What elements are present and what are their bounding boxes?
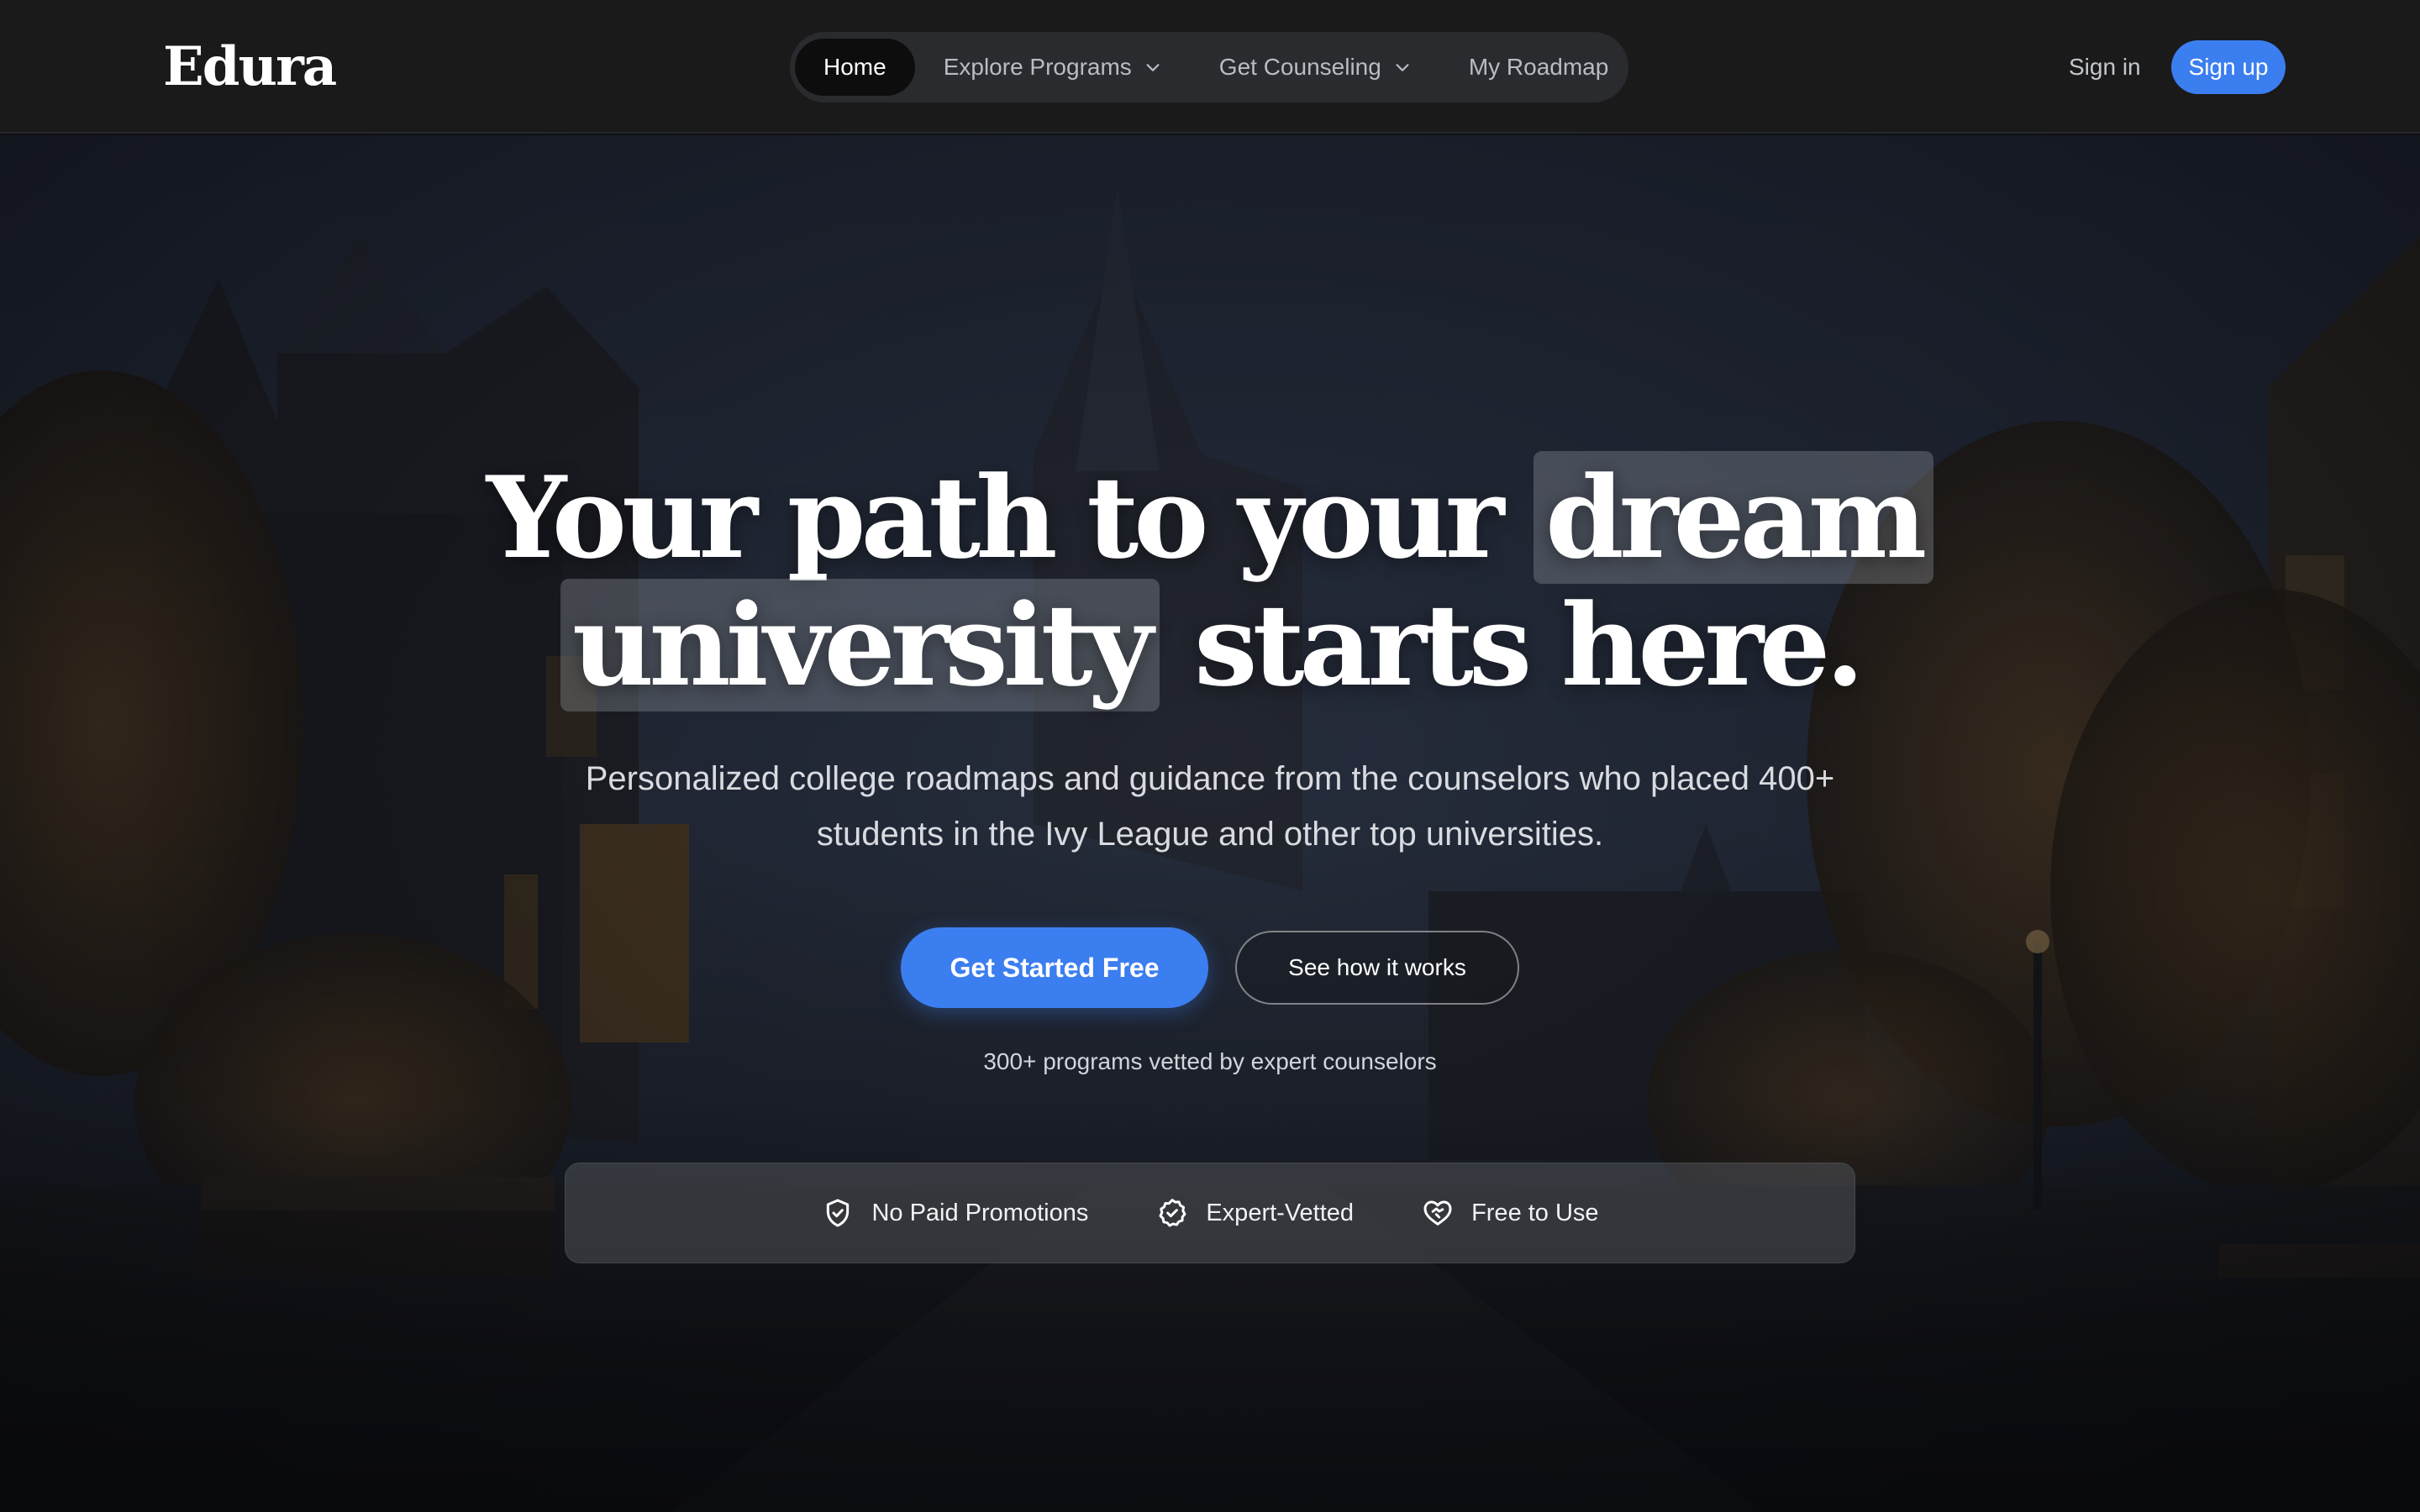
trust-item: No Paid Promotions xyxy=(821,1196,1088,1230)
nav-item-label: Get Counseling xyxy=(1218,54,1381,80)
social-proof-text: 300+ programs vetted by expert counselor… xyxy=(983,1048,1437,1074)
trust-label: No Paid Promotions xyxy=(871,1199,1089,1226)
main-nav: Home Explore Programs Get Counseling My … xyxy=(790,32,1628,102)
trust-bar: No Paid Promotions Expert-Vetted Free to… xyxy=(565,1163,1855,1263)
signup-button[interactable]: Sign up xyxy=(2171,40,2286,94)
chevron-down-icon xyxy=(1396,64,1409,71)
hero-headline: Your path to your dream university start… xyxy=(0,451,2420,711)
see-how-it-works-button[interactable]: See how it works xyxy=(1235,931,1519,1005)
trust-label: Expert-Vetted xyxy=(1206,1199,1355,1226)
headline-highlight-university: university xyxy=(560,579,1160,711)
shield-check-icon xyxy=(827,1199,850,1227)
nav-item-label: Home xyxy=(823,54,886,80)
nav-item-get-counseling[interactable]: Get Counseling xyxy=(1191,39,1440,96)
trust-label: Free to Use xyxy=(1471,1199,1599,1226)
badge-check-icon xyxy=(1159,1199,1186,1227)
headline-highlight-dream: dream xyxy=(1534,451,1934,584)
hero-subheadline: Personalized college roadmaps and guidan… xyxy=(585,760,1835,853)
chevron-down-icon xyxy=(1146,64,1160,71)
headline-text: Your path to your xyxy=(486,451,1505,584)
get-started-button[interactable]: Get Started Free xyxy=(901,927,1208,1008)
logo[interactable]: Edura xyxy=(163,37,337,97)
nav-item-my-roadmap[interactable]: My Roadmap xyxy=(1440,39,1638,96)
nav-item-home[interactable]: Home xyxy=(795,39,915,96)
nav-item-label: My Roadmap xyxy=(1468,54,1609,80)
trust-item: Expert-Vetted xyxy=(1155,1196,1354,1230)
headline-text: starts here. xyxy=(1194,579,1865,711)
nav-item-explore-programs[interactable]: Explore Programs xyxy=(915,39,1191,96)
signin-link[interactable]: Sign in xyxy=(2069,49,2141,86)
top-navbar: Edura Home Explore Programs Get Counseli… xyxy=(0,0,2420,134)
trust-item: Free to Use xyxy=(1421,1196,1599,1230)
nav-item-label: Explore Programs xyxy=(943,54,1132,80)
heart-handshake-icon xyxy=(1423,1200,1452,1226)
